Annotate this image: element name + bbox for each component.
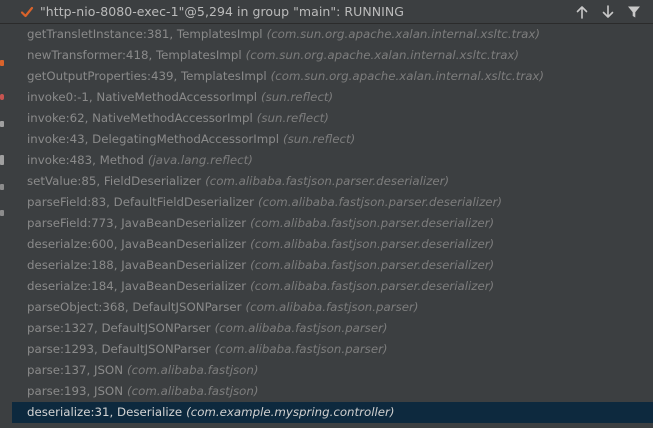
stack-frame-selected[interactable]: deserialize:31, Deserialize (com.example.… (12, 402, 653, 423)
frame-package: (com.alibaba.fastjson) (127, 363, 259, 377)
frame-package: (sun.reflect) (283, 132, 356, 146)
frame-method: deserialze:188, JavaBeanDeserializer (27, 258, 247, 272)
step-icon[interactable] (0, 121, 4, 127)
frame-method: parse:137, JSON (27, 363, 124, 377)
pin-icon[interactable] (0, 210, 4, 216)
frame-package: (com.alibaba.fastjson.parser.deserialize… (205, 174, 450, 188)
frame-package: (sun.reflect) (256, 111, 329, 125)
stack-frame[interactable]: parse:1327, DefaultJSONParser (com.alibab… (12, 318, 653, 339)
stack-frame[interactable]: deserialze:184, JavaBeanDeserializer (com… (12, 276, 653, 297)
frames-toolbar: "http-nio-8080-exec-1"@5,294 in group "m… (0, 0, 653, 24)
frame-method: getOutputProperties:439, TemplatesImpl (27, 69, 267, 83)
frame-package: (com.alibaba.fastjson.parser.deserialize… (250, 216, 495, 230)
stack-frame[interactable]: deserialze:188, JavaBeanDeserializer (com… (12, 255, 653, 276)
stack-frame[interactable]: invoke:62, NativeMethodAccessorImpl (sun.… (12, 108, 653, 129)
frame-method: parse:1293, DefaultJSONParser (27, 342, 211, 356)
stack-frame[interactable]: parseObject:368, DefaultJSONParser (com.a… (12, 297, 653, 318)
frame-icon[interactable] (0, 155, 4, 165)
debugger-side-toolbar (0, 24, 6, 428)
frame-method: getTransletInstance:381, TemplatesImpl (27, 27, 263, 41)
stack-frame[interactable]: parse:137, JSON (com.alibaba.fastjson) (12, 360, 653, 381)
frame-method: parse:1327, DefaultJSONParser (27, 321, 211, 335)
toolbar-actions (575, 4, 641, 20)
stack-frame[interactable]: invoke:483, Method (java.lang.reflect) (12, 150, 653, 171)
stack-frame[interactable]: parse:193, JSON (com.alibaba.fastjson) (12, 381, 653, 402)
frame-method: invoke0:-1, NativeMethodAccessorImpl (27, 90, 257, 104)
stack-frame[interactable]: parseField:773, JavaBeanDeserializer (com… (12, 213, 653, 234)
frame-package: (com.sun.org.apache.xalan.internal.xsltc… (266, 27, 540, 41)
frame-method: parseObject:368, DefaultJSONParser (27, 300, 242, 314)
stack-frame[interactable]: deserialze:600, JavaBeanDeserializer (com… (12, 234, 653, 255)
stack-frame[interactable]: getOutputProperties:439, TemplatesImpl (c… (12, 66, 653, 87)
frame-method: deserialze:600, JavaBeanDeserializer (27, 237, 247, 251)
frame-package: (com.alibaba.fastjson.parser) (245, 300, 419, 314)
check-icon (20, 6, 34, 17)
frame-package: (com.sun.org.apache.xalan.internal.xsltc… (270, 69, 545, 83)
frame-package: (java.lang.reflect) (147, 153, 253, 167)
frame-method: setValue:85, FieldDeserializer (27, 174, 202, 188)
frame-method: newTransformer:418, TemplatesImpl (27, 48, 242, 62)
stack-frame[interactable]: parseField:83, DefaultFieldDeserializer(… (12, 192, 653, 213)
frame-package: (com.alibaba.fastjson.parser.deserialize… (250, 237, 495, 251)
frame-package: (com.alibaba.fastjson.parser) (214, 321, 388, 335)
stack-frame[interactable]: invoke0:-1, NativeMethodAccessorImpl (sun… (12, 87, 653, 108)
stack-frame[interactable]: setValue:85, FieldDeserializer (com.aliba… (12, 171, 653, 192)
breakpoint-icon[interactable] (0, 94, 4, 100)
frame-package: (sun.reflect) (261, 90, 334, 104)
arrow-down-icon[interactable] (601, 4, 615, 20)
filter-icon[interactable] (627, 4, 641, 20)
stack-frame[interactable]: parse:1293, DefaultJSONParser (com.alibab… (12, 339, 653, 360)
frame-package: (com.alibaba.fastjson.parser.deserialize… (250, 279, 495, 293)
arrow-up-icon[interactable] (575, 4, 589, 20)
settings-icon[interactable] (0, 184, 4, 190)
frame-method: invoke:62, NativeMethodAccessorImpl (27, 111, 253, 125)
thread-selector-label[interactable]: "http-nio-8080-exec-1"@5,294 in group "m… (40, 4, 404, 19)
frame-package: (com.alibaba.fastjson.parser) (214, 342, 388, 356)
frame-method: parseField:773, JavaBeanDeserializer (27, 216, 247, 230)
resume-icon[interactable] (0, 60, 4, 66)
frame-package: (com.alibaba.fastjson) (127, 384, 259, 398)
stack-frame[interactable]: newTransformer:418, TemplatesImpl (com.su… (12, 45, 653, 66)
frame-package: (com.sun.org.apache.xalan.internal.xsltc… (245, 48, 520, 62)
frame-package: (com.alibaba.fastjson.parser.deserialize… (257, 195, 502, 209)
frame-method: invoke:483, Method (27, 153, 144, 167)
stack-frame[interactable]: getTransletInstance:381, TemplatesImpl (c… (12, 24, 653, 45)
frame-method: deserialize:31, Deserialize (27, 405, 183, 419)
frame-method: invoke:43, DelegatingMethodAccessorImpl (27, 132, 280, 146)
frame-method: deserialze:184, JavaBeanDeserializer (27, 279, 247, 293)
frame-method: parseField:83, DefaultFieldDeserializer (27, 195, 254, 209)
stack-frame[interactable]: invoke:43, DelegatingMethodAccessorImpl(… (12, 129, 653, 150)
frame-package: (com.example.myspring.controller) (186, 405, 395, 419)
frame-method: parse:193, JSON (27, 384, 124, 398)
stack-frame-list: getTransletInstance:381, TemplatesImpl (c… (12, 24, 653, 423)
frame-package: (com.alibaba.fastjson.parser.deserialize… (250, 258, 495, 272)
